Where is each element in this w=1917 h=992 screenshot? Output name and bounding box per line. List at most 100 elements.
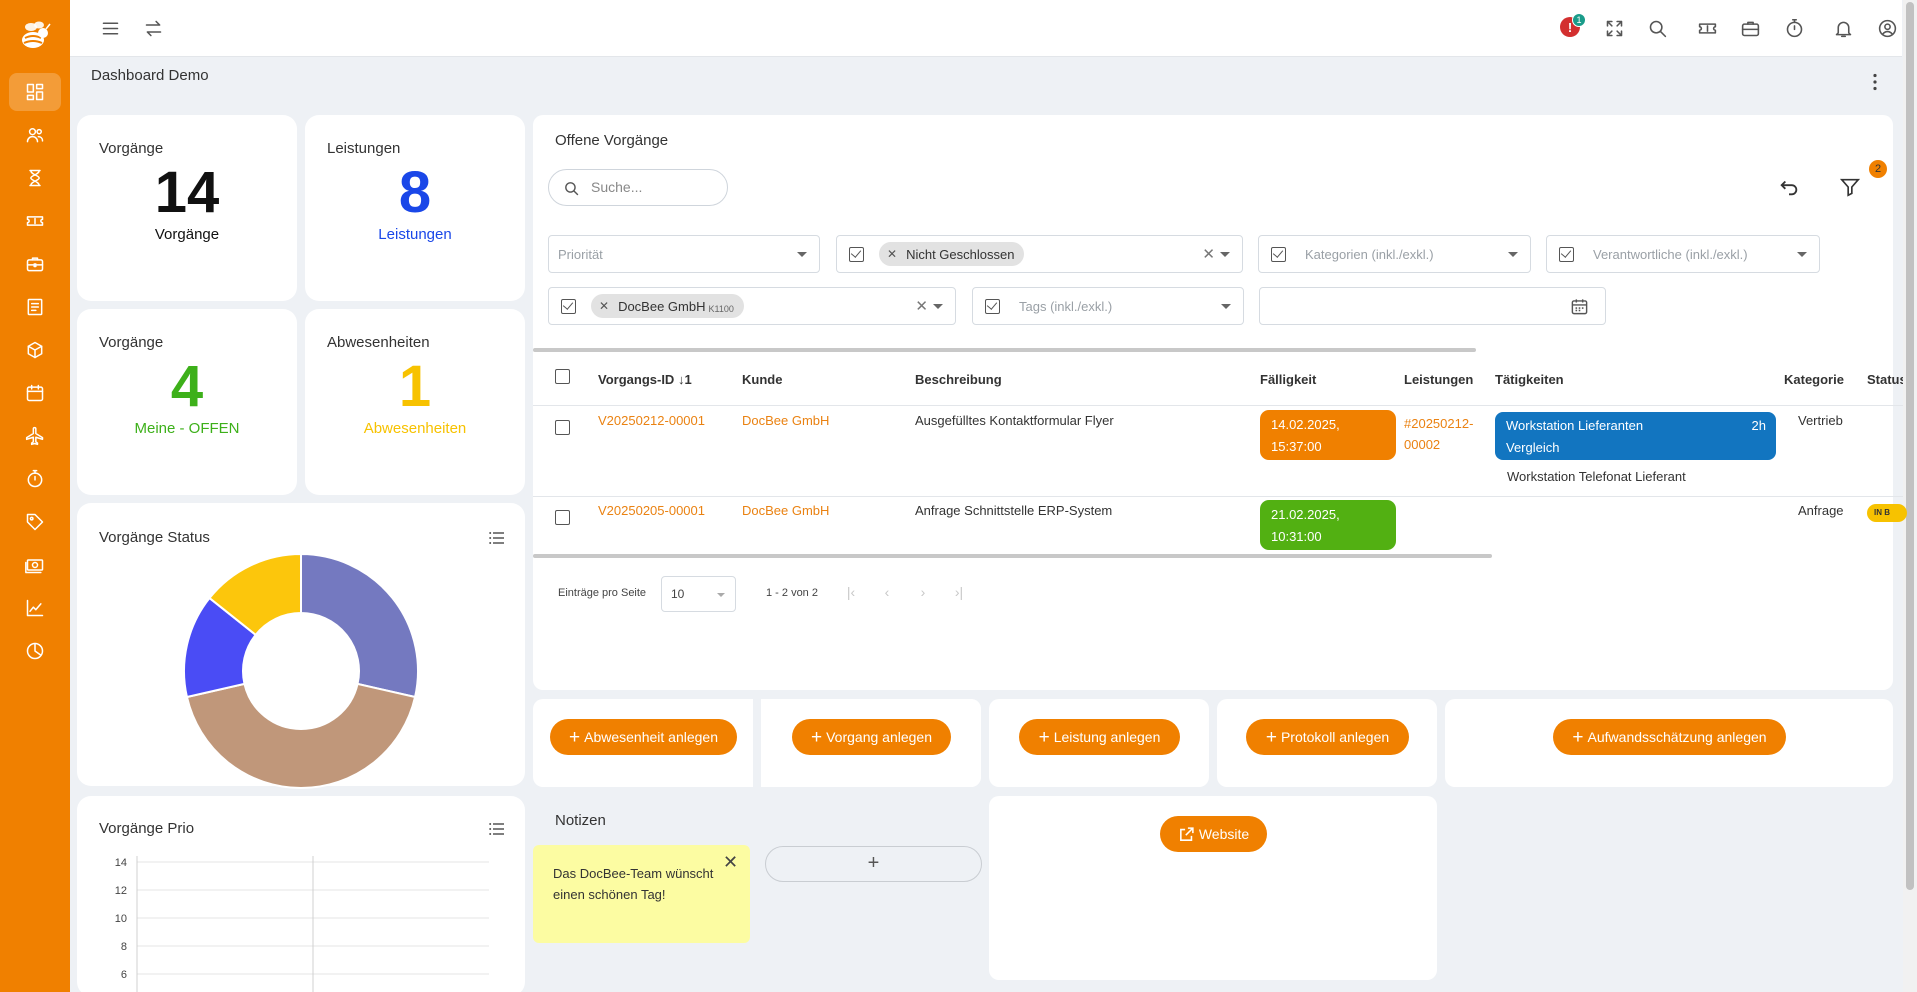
activity-item[interactable]: Workstation Telefonat Lieferant: [1507, 469, 1686, 484]
sidebar-item-articles[interactable]: [9, 331, 61, 369]
filter-icon[interactable]: [1839, 176, 1861, 198]
status-chip[interactable]: ✕ Nicht Geschlossen: [879, 242, 1025, 266]
page-size-select[interactable]: 10: [661, 576, 736, 612]
task-search-field[interactable]: [548, 169, 728, 206]
column-header-status[interactable]: Status: [1867, 372, 1903, 387]
more-vertical-icon[interactable]: [1865, 72, 1885, 92]
create-task-button[interactable]: + Vorgang anlegen: [792, 719, 951, 755]
menu-icon: [102, 21, 118, 35]
create-absence-button[interactable]: + Abwesenheit anlegen: [550, 719, 737, 755]
sidebar-item-documents[interactable]: [9, 288, 61, 326]
column-header-due[interactable]: Fälligkeit: [1260, 372, 1316, 387]
global-search-button[interactable]: [1645, 16, 1669, 40]
create-estimate-button[interactable]: + Aufwandsschätzung anlegen: [1553, 719, 1786, 755]
notifications-button[interactable]: [1831, 16, 1855, 40]
column-header-activities[interactable]: Tätigkeiten: [1495, 372, 1564, 387]
clear-icon[interactable]: ✕: [1202, 245, 1215, 263]
sidebar-item-offers[interactable]: [9, 503, 61, 541]
task-id-link[interactable]: V20250212-00001: [598, 413, 705, 428]
stat-card-absences[interactable]: Abwesenheiten 1 Abwesenheiten: [305, 309, 525, 495]
list-icon[interactable]: [489, 531, 505, 545]
account-button[interactable]: [1875, 16, 1899, 40]
next-page-icon[interactable]: ›: [914, 584, 932, 602]
select-all-checkbox[interactable]: [555, 369, 570, 384]
website-button[interactable]: Website: [1160, 816, 1267, 852]
create-service-button[interactable]: + Leistung anlegen: [1019, 719, 1180, 755]
tags-filter-placeholder: Tags (inkl./exkl.): [1019, 299, 1113, 314]
create-protocol-button[interactable]: + Protokoll anlegen: [1246, 719, 1409, 755]
stat-title: Vorgänge: [99, 140, 164, 157]
fullscreen-button[interactable]: [1602, 16, 1626, 40]
sidebar-item-tickets[interactable]: [9, 202, 61, 240]
customer-link[interactable]: DocBee GmbH: [742, 413, 829, 428]
include-checkbox[interactable]: [1271, 247, 1286, 262]
sidebar-item-contacts[interactable]: [9, 116, 61, 154]
search-input[interactable]: [591, 179, 711, 195]
previous-page-icon[interactable]: ‹: [878, 584, 896, 602]
sidebar-item-reports[interactable]: [9, 589, 61, 627]
status-filter[interactable]: ✕ Nicht Geschlossen ✕: [836, 235, 1243, 273]
task-id-link[interactable]: V20250205-00001: [598, 503, 705, 518]
sidebar-item-time[interactable]: [9, 159, 61, 197]
add-note-button[interactable]: +: [765, 846, 982, 882]
list-icon[interactable]: [489, 822, 505, 836]
table-divider: [533, 405, 1903, 406]
activity-chip[interactable]: Workstation Lieferanten Vergleich 2h: [1495, 412, 1776, 460]
service-link[interactable]: #20250212- 00002: [1404, 413, 1473, 455]
chip-remove-icon[interactable]: ✕: [599, 299, 609, 313]
stat-card-services[interactable]: Leistungen 8 Leistungen: [305, 115, 525, 301]
priority-filter[interactable]: Priorität: [548, 235, 820, 273]
sidebar-item-timer[interactable]: [9, 460, 61, 498]
customer-link[interactable]: DocBee GmbH: [742, 503, 829, 518]
menu-button[interactable]: [98, 16, 122, 40]
clear-icon[interactable]: ✕: [915, 297, 928, 315]
swap-button[interactable]: [141, 16, 165, 40]
status-chart-title: Vorgänge Status: [99, 529, 210, 546]
table-top-scrollbar[interactable]: [533, 348, 1476, 352]
sidebar-item-calendar[interactable]: [9, 374, 61, 412]
docbee-logo[interactable]: [17, 18, 53, 54]
stat-card-my-open[interactable]: Vorgänge 4 Meine - OFFEN: [77, 309, 297, 495]
date-filter[interactable]: [1259, 287, 1606, 325]
stat-card-tasks[interactable]: Vorgänge 14 Vorgänge: [77, 115, 297, 301]
column-header-customer[interactable]: Kunde: [742, 372, 782, 387]
sidebar-item-dashboard[interactable]: [9, 73, 61, 111]
page-scrollbar-thumb[interactable]: [1906, 2, 1914, 890]
sidebar-item-invoices[interactable]: [9, 546, 61, 584]
close-icon[interactable]: ✕: [723, 852, 738, 873]
column-header-description[interactable]: Beschreibung: [915, 372, 1002, 387]
calendar-icon[interactable]: [1570, 297, 1589, 316]
column-header-services[interactable]: Leistungen: [1404, 372, 1473, 387]
page-scrollbar[interactable]: [1903, 0, 1917, 992]
sidebar-item-absences[interactable]: [9, 417, 61, 455]
first-page-icon[interactable]: |‹: [842, 584, 860, 602]
responsible-filter[interactable]: Verantwortliche (inkl./exkl.): [1546, 235, 1820, 273]
category-value: Vertrieb: [1798, 413, 1843, 428]
donut-slice[interactable]: [185, 682, 417, 789]
external-link-icon: [1179, 826, 1194, 841]
sticky-note[interactable]: Das DocBee-Team wünscht einen schönen Tag…: [533, 845, 750, 943]
customer-chip[interactable]: ✕ DocBee GmbH K1100: [591, 294, 744, 318]
sidebar-item-projects[interactable]: [9, 245, 61, 283]
categories-filter[interactable]: Kategorien (inkl./exkl.): [1258, 235, 1531, 273]
column-header-category[interactable]: Kategorie: [1784, 372, 1844, 387]
projects-button[interactable]: [1738, 16, 1762, 40]
chip-remove-icon[interactable]: ✕: [887, 247, 897, 261]
include-checkbox[interactable]: [1559, 247, 1574, 262]
last-page-icon[interactable]: ›|: [950, 584, 968, 602]
tags-filter[interactable]: Tags (inkl./exkl.): [972, 287, 1244, 325]
undo-icon[interactable]: [1778, 176, 1800, 198]
include-checkbox[interactable]: [849, 247, 864, 262]
row-checkbox[interactable]: [555, 420, 570, 435]
donut-slice[interactable]: [300, 553, 419, 699]
chevron-down-icon: [717, 593, 725, 597]
tickets-button[interactable]: [1695, 16, 1719, 40]
customer-filter[interactable]: ✕ DocBee GmbH K1100 ✕: [548, 287, 956, 325]
column-header-id[interactable]: Vorgangs-ID ↓1: [598, 372, 692, 387]
table-bottom-scrollbar[interactable]: [533, 554, 1492, 558]
include-checkbox[interactable]: [561, 299, 576, 314]
timer-button[interactable]: [1782, 16, 1806, 40]
include-checkbox[interactable]: [985, 299, 1000, 314]
row-checkbox[interactable]: [555, 510, 570, 525]
sidebar-item-analytics[interactable]: [9, 632, 61, 670]
